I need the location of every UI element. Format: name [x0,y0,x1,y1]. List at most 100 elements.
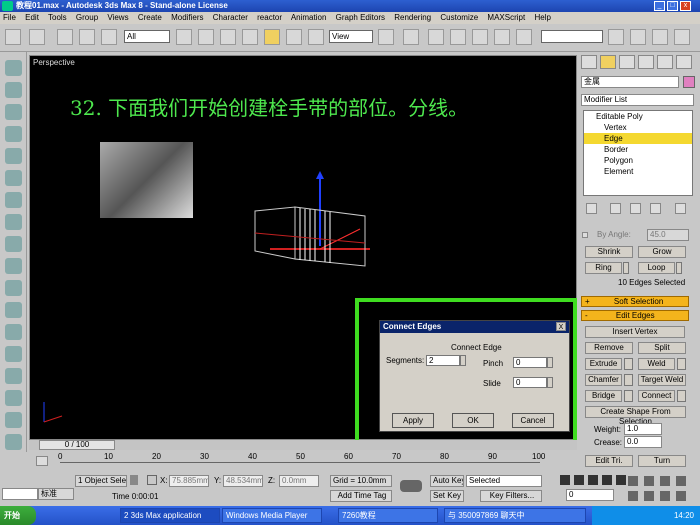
task-qq-chat[interactable]: 与 350097869 聊天中 [444,508,586,523]
play-icon[interactable] [588,475,598,485]
motion-tab-icon[interactable] [638,55,654,69]
x-coord-input[interactable]: 75.885mm [169,475,209,487]
menu-edit[interactable]: Edit [25,13,39,22]
connect-button[interactable]: Connect [638,390,675,402]
extrude-button[interactable]: Extrude [585,358,622,370]
weld-settings-icon[interactable] [677,358,686,370]
deforming-mesh-icon[interactable] [5,148,22,164]
menu-character[interactable]: Character [213,13,248,22]
curve-editor-icon[interactable] [674,29,690,45]
time-slider-thumb[interactable]: 0 / 100 [39,440,115,450]
menu-views[interactable]: Views [107,13,128,22]
show-end-result-icon[interactable] [610,203,621,214]
bridge-button[interactable]: Bridge [585,390,622,402]
by-angle-input[interactable]: 45.0 [647,229,689,241]
select-link-icon[interactable] [57,29,73,45]
align-icon[interactable] [630,29,646,45]
editable-poly-model[interactable] [240,171,390,281]
mirror-icon[interactable] [608,29,624,45]
menu-tools[interactable]: Tools [48,13,67,22]
y-coord-input[interactable]: 48.534mm [223,475,263,487]
goto-start-icon[interactable] [560,475,570,485]
pin-stack-icon[interactable] [586,203,597,214]
edit-edges-rollout[interactable]: - Edit Edges [581,310,689,321]
menu-modifiers[interactable]: Modifiers [171,13,203,22]
track-bar[interactable]: 0 10 20 30 40 50 60 70 80 90 100 [0,452,560,472]
make-unique-icon[interactable] [630,203,641,214]
named-selection-dropdown[interactable] [541,30,603,43]
remove-button[interactable]: Remove [585,342,633,354]
ring-button[interactable]: Ring [585,262,622,274]
stack-item-vertex[interactable]: Vertex [584,122,692,133]
select-manipulate-icon[interactable] [403,29,419,45]
selection-filter-dropdown[interactable]: All [124,30,170,43]
motor-icon[interactable] [5,280,22,296]
stack-item-edge[interactable]: Edge [584,133,692,144]
menu-customize[interactable]: Customize [440,13,478,22]
maximize-viewport-icon[interactable] [676,491,686,501]
task-media-player[interactable]: Windows Media Player [222,508,322,523]
zoom-icon[interactable] [628,476,638,486]
add-time-tag-button[interactable]: Add Time Tag [330,490,392,502]
percent-snap-icon[interactable] [472,29,488,45]
pivot-center-icon[interactable] [378,29,394,45]
set-key-button[interactable]: Set Key [430,490,464,502]
loop-button[interactable]: Loop [638,262,675,274]
zoom-extents-icon[interactable] [660,476,670,486]
key-filters-button[interactable]: Key Filters... [480,490,542,502]
edit-tri-button[interactable]: Edit Tri. [585,455,633,467]
lock-selection-icon[interactable] [130,475,138,485]
modifier-list-dropdown[interactable]: Modifier List [581,94,694,106]
select-rotate-icon[interactable] [286,29,302,45]
mini-curve-editor-icon[interactable] [36,456,48,466]
layer-manager-icon[interactable] [652,29,668,45]
menu-graph-editors[interactable]: Graph Editors [336,13,385,22]
menu-help[interactable]: Help [534,13,550,22]
arc-rotate-icon[interactable] [660,491,670,501]
prev-frame-icon[interactable] [574,475,584,485]
wind-icon[interactable] [5,258,22,274]
by-angle-checkbox[interactable] [582,232,588,238]
menu-animation[interactable]: Animation [291,13,327,22]
set-key-key-icon[interactable] [400,480,422,492]
goto-end-icon[interactable] [616,475,626,485]
plane-icon[interactable] [5,170,22,186]
loop-spinner[interactable] [676,262,682,274]
remove-modifier-icon[interactable] [650,203,661,214]
menu-group[interactable]: Group [76,13,98,22]
rope-icon[interactable] [5,126,22,142]
select-move-icon[interactable] [264,29,280,45]
auto-key-button[interactable]: Auto Key [430,475,464,487]
angle-snap-icon[interactable] [450,29,466,45]
preview-icon[interactable] [5,368,22,384]
menu-maxscript[interactable]: MAXScript [487,13,525,22]
current-frame-input[interactable]: 0 [566,489,614,501]
turn-button[interactable]: Turn [638,455,686,467]
chamfer-button[interactable]: Chamfer [585,374,622,386]
configure-modifier-sets-icon[interactable] [675,203,686,214]
zoom-extents-all-icon[interactable] [676,476,686,486]
weld-button[interactable]: Weld [638,358,675,370]
ime-indicator[interactable]: 标准 [38,488,74,500]
absolute-mode-icon[interactable] [147,475,157,485]
crease-input[interactable]: 0.0 [624,436,662,448]
create-tab-icon[interactable] [581,55,597,69]
create-animation-icon[interactable] [5,390,22,406]
bind-space-warp-icon[interactable] [101,29,117,45]
constraint-icon[interactable] [5,214,22,230]
analyze-world-icon[interactable] [5,412,22,428]
soft-selection-rollout[interactable]: + Soft Selection [581,296,689,307]
modify-tab-icon[interactable] [600,55,616,69]
select-by-name-icon[interactable] [198,29,214,45]
stack-item-element[interactable]: Element [584,166,692,177]
task-tutorial-folder[interactable]: 7260教程 [338,508,438,523]
grow-button[interactable]: Grow [638,246,686,258]
toy-car-icon[interactable] [5,302,22,318]
zoom-all-icon[interactable] [644,476,654,486]
z-coord-input[interactable]: 0.0mm [279,475,319,487]
close-icon[interactable]: x [680,1,691,11]
soft-body-icon[interactable] [5,104,22,120]
menu-file[interactable]: File [3,13,16,22]
weight-input[interactable]: 1.0 [624,423,662,435]
object-name-field[interactable]: 金属 [581,76,679,88]
